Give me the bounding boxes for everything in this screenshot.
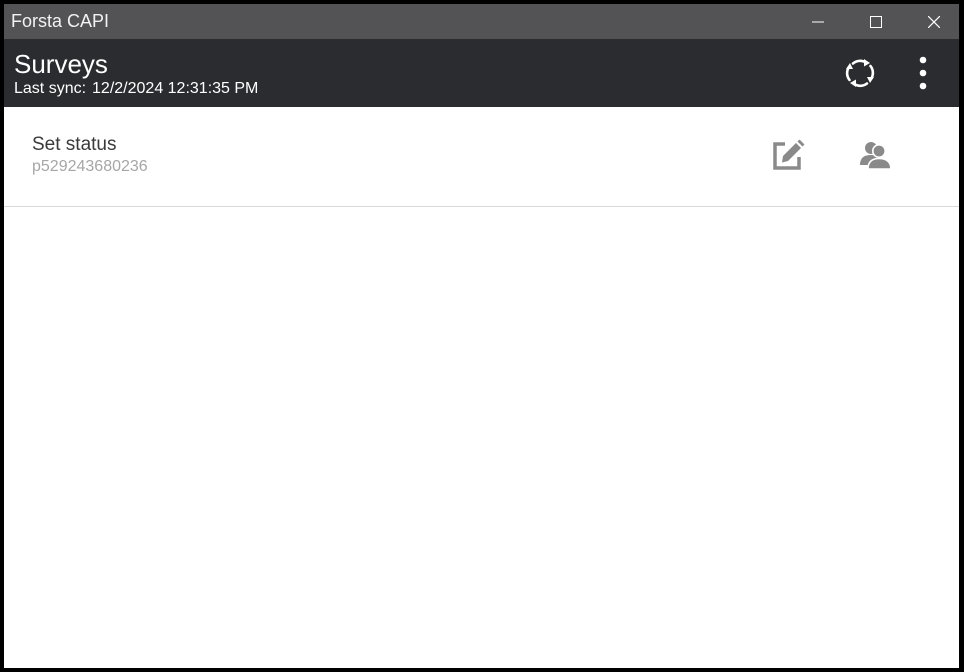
respondents-icon <box>860 142 892 170</box>
survey-name: Set status <box>32 134 117 155</box>
more-options-button[interactable] <box>910 53 936 93</box>
window-titlebar[interactable]: Forsta CAPI <box>4 4 959 39</box>
window-title: Forsta CAPI <box>11 11 110 31</box>
minimize-button[interactable] <box>789 4 847 39</box>
last-sync-label: Last sync: <box>14 80 87 97</box>
close-button[interactable] <box>905 4 959 39</box>
last-sync-value: 12/2/2024 12:31:35 PM <box>92 80 259 97</box>
app-header: Surveys Last sync: 12/2/2024 12:31:35 PM <box>4 39 959 107</box>
respondents-button[interactable] <box>854 135 898 175</box>
more-vertical-icon <box>919 56 927 90</box>
sync-icon <box>845 59 875 88</box>
sync-button[interactable] <box>838 53 882 93</box>
edit-survey-button[interactable] <box>766 135 810 175</box>
survey-list: Set status p529243680236 <box>4 107 959 207</box>
last-sync-info: Last sync: 12/2/2024 12:31:35 PM <box>14 80 258 98</box>
close-icon <box>928 15 940 28</box>
edit-icon <box>773 139 805 170</box>
maximize-icon <box>870 15 882 28</box>
page-title: Surveys <box>14 49 108 79</box>
list-item[interactable]: Set status p529243680236 <box>4 107 959 207</box>
app-window: Forsta CAPI Surveys Last sync: 12/2/2024 … <box>4 4 959 668</box>
minimize-icon <box>812 21 824 22</box>
survey-id: p529243680236 <box>32 158 148 175</box>
maximize-button[interactable] <box>847 4 905 39</box>
